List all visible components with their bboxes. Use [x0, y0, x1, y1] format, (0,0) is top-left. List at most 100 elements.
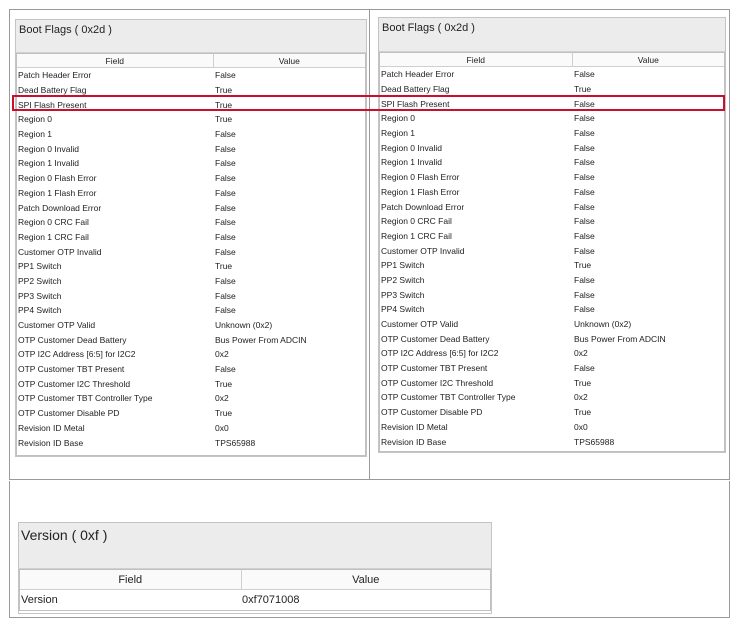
table-row[interactable]: OTP Customer Dead Battery Bus Power From … [380, 331, 724, 346]
value-cell: Bus Power From ADCIN [574, 333, 666, 344]
table-row[interactable]: Region 1 Invalid False [380, 155, 724, 170]
table-row[interactable]: OTP I2C Address [6:5] for I2C2 0x2 [380, 346, 724, 361]
table-row[interactable]: Region 1 False [380, 126, 724, 141]
table-row[interactable]: PP1 Switch True [17, 259, 365, 274]
field-cell: Region 1 [18, 129, 53, 140]
table-row[interactable]: Region 1 CRC Fail False [17, 230, 365, 245]
field-cell: OTP Customer TBT Controller Type [381, 392, 516, 403]
field-cell: Revision ID Metal [381, 421, 448, 432]
table-row[interactable]: Customer OTP Invalid False [380, 243, 724, 258]
column-header-field[interactable]: Field [17, 54, 214, 68]
table-row[interactable]: PP3 Switch False [17, 288, 365, 303]
table-row[interactable]: PP3 Switch False [380, 287, 724, 302]
value-cell: False [574, 157, 595, 168]
table-row[interactable]: OTP Customer TBT Present False [17, 362, 365, 377]
table-row[interactable]: OTP Customer TBT Controller Type 0x2 [380, 390, 724, 405]
table-row[interactable]: Dead Battery Flag True [380, 82, 724, 97]
value-cell: 0x2 [215, 393, 229, 404]
value-cell: 0x0 [215, 422, 229, 433]
value-cell: False [574, 289, 595, 300]
table-row[interactable]: Region 0 True [17, 112, 365, 127]
table-row[interactable]: Region 0 False [380, 111, 724, 126]
column-header-field[interactable]: Field [20, 570, 242, 590]
boot-flags-panel-left: Boot Flags ( 0x2d ) Field Value Patch He… [15, 19, 367, 457]
panel-title: Boot Flags ( 0x2d ) [19, 24, 112, 36]
table-row[interactable]: OTP Customer I2C Threshold True [17, 376, 365, 391]
field-cell: Region 1 Invalid [18, 158, 79, 169]
table-row[interactable]: OTP Customer TBT Present False [380, 361, 724, 376]
table-body: Patch Header Error False Dead Battery Flag… [17, 68, 365, 450]
field-cell: Patch Header Error [18, 70, 92, 81]
table-header-row: Field Value [380, 53, 724, 67]
field-cell: OTP Customer Disable PD [381, 407, 483, 418]
field-cell: PP1 Switch [18, 261, 62, 272]
table-row[interactable]: SPI Flash Present True [17, 97, 365, 112]
table-row[interactable]: OTP I2C Address [6:5] for I2C2 0x2 [17, 347, 365, 362]
table-row[interactable]: OTP Customer Dead Battery Bus Power From … [17, 332, 365, 347]
panel-title: Boot Flags ( 0x2d ) [382, 22, 475, 34]
field-cell: Customer OTP Invalid [381, 245, 465, 256]
field-cell: Patch Header Error [381, 69, 455, 80]
field-cell: Region 1 [381, 128, 416, 139]
value-cell: False [215, 275, 236, 286]
table-row[interactable]: Region 1 CRC Fail False [380, 229, 724, 244]
value-cell: False [574, 98, 595, 109]
version-grid: Field Value Version 0xf7071008 [20, 570, 490, 610]
table-row[interactable]: PP1 Switch True [380, 258, 724, 273]
value-cell: Bus Power From ADCIN [215, 334, 307, 345]
value-cell: True [215, 261, 233, 272]
table-row[interactable]: Region 1 Invalid False [17, 156, 365, 171]
table-row[interactable]: Revision ID Base TPS65988 [17, 435, 365, 450]
table-row[interactable]: Revision ID Metal 0x0 [380, 420, 724, 435]
table-row[interactable]: PP2 Switch False [17, 274, 365, 289]
column-header-value[interactable]: Value [241, 570, 490, 590]
field-cell: Patch Download Error [381, 201, 465, 212]
column-header-value[interactable]: Value [213, 54, 365, 68]
table-row[interactable]: SPI Flash Present False [380, 96, 724, 111]
table-row[interactable]: Region 0 CRC Fail False [380, 214, 724, 229]
value-cell: False [215, 173, 236, 184]
table-row[interactable]: Revision ID Metal 0x0 [17, 421, 365, 436]
table-row[interactable]: OTP Customer Disable PD True [17, 406, 365, 421]
table-row[interactable]: PP2 Switch False [380, 273, 724, 288]
value-cell: True [574, 407, 592, 418]
table-row[interactable]: Patch Download Error False [380, 199, 724, 214]
field-cell: OTP Customer Dead Battery [18, 334, 127, 345]
table-row[interactable]: Customer OTP Valid Unknown (0x2) [380, 317, 724, 332]
column-header-field[interactable]: Field [380, 53, 573, 67]
table-row[interactable]: Patch Download Error False [17, 200, 365, 215]
table-row[interactable]: Region 1 Flash Error False [380, 185, 724, 200]
table-row[interactable]: Customer OTP Valid Unknown (0x2) [17, 318, 365, 333]
table-row[interactable]: Region 0 Invalid False [380, 140, 724, 155]
value-cell: True [215, 114, 233, 125]
value-cell: Unknown (0x2) [215, 320, 273, 331]
value-cell: False [215, 217, 236, 228]
table-body: Patch Header Error False Dead Battery Flag… [380, 67, 724, 449]
field-cell: Version [21, 594, 58, 606]
column-header-value[interactable]: Value [572, 53, 724, 67]
table-row[interactable]: Dead Battery Flag True [17, 83, 365, 98]
field-cell: Region 0 Flash Error [381, 172, 460, 183]
field-cell: Region 0 Flash Error [18, 173, 97, 184]
table-row[interactable]: Region 0 Flash Error False [380, 170, 724, 185]
table-row[interactable]: Version 0xf7071008 [20, 590, 490, 611]
column-divider [369, 9, 370, 480]
table-row[interactable]: Revision ID Base TPS65988 [380, 434, 724, 449]
table-row[interactable]: PP4 Switch False [17, 303, 365, 318]
table-row[interactable]: PP4 Switch False [380, 302, 724, 317]
value-cell: False [574, 304, 595, 315]
table-row[interactable]: Region 0 Flash Error False [17, 171, 365, 186]
table-row[interactable]: Region 1 False [17, 127, 365, 142]
value-cell: 0x2 [574, 392, 588, 403]
table-row[interactable]: Customer OTP Invalid False [17, 244, 365, 259]
table-row[interactable]: Region 0 Invalid False [17, 141, 365, 156]
value-cell: False [574, 142, 595, 153]
table-row[interactable]: OTP Customer I2C Threshold True [380, 375, 724, 390]
table-row[interactable]: OTP Customer Disable PD True [380, 405, 724, 420]
table-row[interactable]: OTP Customer TBT Controller Type 0x2 [17, 391, 365, 406]
table-row[interactable]: Region 0 CRC Fail False [17, 215, 365, 230]
table-row[interactable]: Patch Header Error False [17, 68, 365, 83]
table-row[interactable]: Patch Header Error False [380, 67, 724, 82]
table-row[interactable]: Region 1 Flash Error False [17, 186, 365, 201]
field-cell: Region 0 [18, 114, 53, 125]
